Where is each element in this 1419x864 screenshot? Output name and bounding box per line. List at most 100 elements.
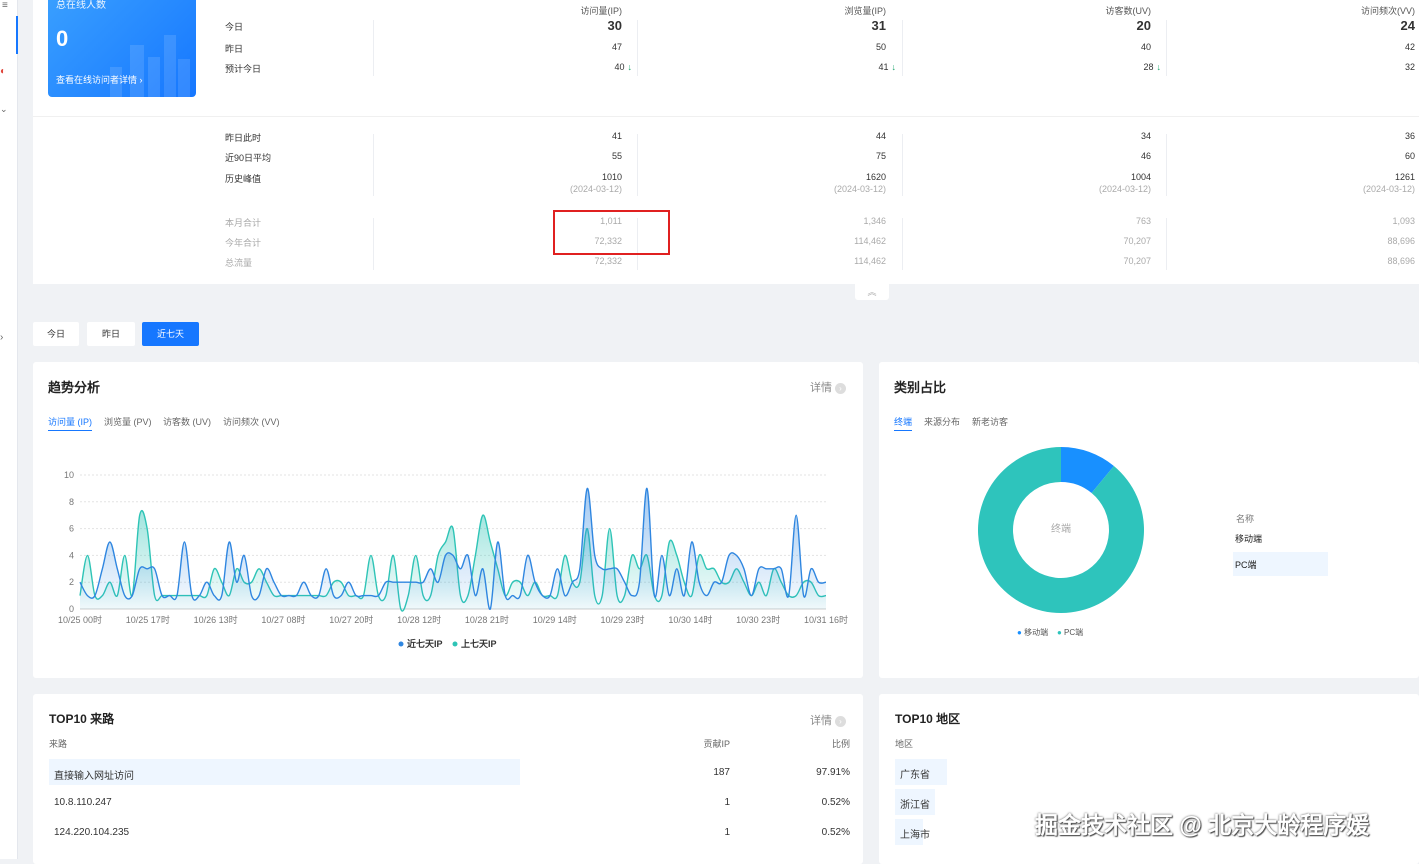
peak-date: (2024-03-12): [1295, 184, 1415, 194]
region-name[interactable]: 浙江省: [895, 789, 935, 815]
column-divider: [902, 20, 903, 76]
column-divider: [1166, 20, 1167, 76]
legend-pc: PC端: [1064, 628, 1083, 637]
tab-vv[interactable]: 访问频次 (VV): [223, 415, 280, 428]
online-details-link[interactable]: 查看在线访问者详情 ›: [56, 73, 143, 86]
stats-value-text: 70,207: [1123, 256, 1151, 266]
stats-value: 72,332: [502, 256, 622, 266]
source-ip: 1: [680, 797, 730, 808]
y-tick-label: 2: [69, 577, 74, 587]
stats-value: 28↓: [1041, 62, 1161, 72]
tab-today[interactable]: 今日: [33, 322, 79, 346]
stats-value-text: 31: [872, 18, 886, 33]
stats-value: 88,696: [1295, 256, 1415, 266]
stats-value-text: 75: [876, 151, 886, 161]
column-divider: [902, 218, 903, 270]
sidebar-active-indicator: [16, 16, 18, 54]
x-tick-label: 10/25 17时: [126, 614, 170, 625]
stats-row-label: 本月合计: [225, 216, 261, 229]
stats-row-label: 预计今日: [225, 62, 261, 75]
divider: [33, 116, 1419, 117]
source-name[interactable]: 10.8.110.247: [54, 797, 112, 808]
online-visitors-card: 总在线人数 0 查看在线访问者详情 ›: [48, 0, 196, 97]
stats-row-label: 近90日平均: [225, 151, 271, 164]
x-tick-label: 10/25 00时: [58, 614, 102, 625]
stats-value-text: 41: [878, 62, 888, 72]
top10-region-title: TOP10 地区: [895, 710, 960, 727]
stats-value: 42: [1295, 42, 1415, 52]
stats-value-text: 55: [612, 151, 622, 161]
stats-row-label: 总流量: [225, 256, 252, 269]
source-detail-link[interactable]: 详情›: [810, 712, 846, 728]
stats-value: 36: [1295, 131, 1415, 141]
tab-pv[interactable]: 浏览量 (PV): [104, 415, 152, 428]
stats-value: 1004: [1031, 172, 1151, 182]
online-title: 总在线人数: [56, 0, 106, 11]
region-name[interactable]: 广东省: [895, 759, 947, 785]
col-header-source: 来路: [49, 737, 67, 750]
sidebar-icon[interactable]: ◐: [0, 66, 6, 77]
x-tick-label: 10/28 21时: [465, 614, 509, 625]
stats-value: 40↓: [512, 62, 632, 72]
tab-last-7-days[interactable]: 近七天: [142, 322, 199, 346]
tab-ip[interactable]: 访问量 (IP): [48, 415, 92, 431]
stats-row-label: 今年合计: [225, 236, 261, 249]
collapse-button[interactable]: ︽: [855, 284, 889, 300]
stats-value: 40: [1031, 42, 1151, 52]
category-donut-chart: [970, 440, 1150, 640]
source-ratio: 97.91%: [790, 767, 850, 778]
chevron-right-icon[interactable]: ›: [0, 332, 3, 343]
column-divider: [902, 134, 903, 196]
col-header-region: 地区: [895, 737, 913, 750]
stats-value: 1620: [766, 172, 886, 182]
stats-value: 44: [766, 131, 886, 141]
stats-value-text: 34: [1141, 131, 1151, 141]
stats-value: 24: [1295, 18, 1415, 33]
x-tick-label: 10/27 20时: [329, 614, 373, 625]
stats-value: 114,462: [766, 236, 886, 246]
column-divider: [373, 218, 374, 270]
stats-value-text: 40: [1141, 42, 1151, 52]
legend-row-mobile[interactable]: 移动端: [1235, 532, 1262, 545]
stats-value-text: 42: [1405, 42, 1415, 52]
stats-value: 114,462: [766, 256, 886, 266]
stats-value: 46: [1031, 151, 1151, 161]
stats-value: 31: [766, 18, 886, 33]
stats-value: 1,346: [766, 216, 886, 226]
legend-dot-mobile: ●: [1017, 628, 1022, 637]
y-tick-label: 10: [64, 470, 74, 480]
legend-dot-pc: ●: [1057, 628, 1062, 637]
source-name[interactable]: 124.220.104.235: [54, 827, 129, 838]
x-tick-label: 10/30 14时: [668, 614, 712, 625]
stats-value-text: 20: [1137, 18, 1151, 33]
tab-new-old[interactable]: 新老访客: [972, 415, 1008, 428]
tab-terminal[interactable]: 终端: [894, 415, 912, 431]
x-tick-label: 10/27 08时: [261, 614, 305, 625]
tab-yesterday[interactable]: 昨日: [87, 322, 135, 346]
stats-value: 41↓: [776, 62, 896, 72]
stats-value-text: 114,462: [854, 236, 886, 246]
tab-uv[interactable]: 访客数 (UV): [163, 415, 211, 428]
peak-date: (2024-03-12): [502, 184, 622, 194]
tab-source[interactable]: 来源分布: [924, 415, 960, 428]
online-count: 0: [56, 26, 68, 52]
stats-value-text: 41: [612, 131, 622, 141]
region-name[interactable]: 上海市: [895, 819, 923, 845]
stats-value: 20: [1031, 18, 1151, 33]
stats-value: 55: [502, 151, 622, 161]
pie-legend: ● 移动端 ● PC端: [1017, 627, 1083, 638]
stats-row-label: 今日: [225, 20, 243, 33]
column-divider: [1166, 134, 1167, 196]
menu-icon[interactable]: ≡: [2, 0, 8, 11]
legend-row-pc[interactable]: PC端: [1233, 552, 1328, 576]
stats-value-text: 1620: [866, 172, 886, 182]
stats-value-text: 1261: [1395, 172, 1415, 182]
detail-label: 详情: [810, 715, 832, 727]
chevron-down-icon[interactable]: ⌄: [0, 104, 8, 115]
stats-value: 70,207: [1031, 236, 1151, 246]
stats-value: 70,207: [1031, 256, 1151, 266]
trend-title: 趋势分析: [48, 377, 100, 396]
trend-detail-link[interactable]: 详情›: [810, 379, 846, 395]
source-name[interactable]: 直接输入网址访问: [54, 767, 134, 782]
stats-value-text: 88,696: [1387, 236, 1415, 246]
